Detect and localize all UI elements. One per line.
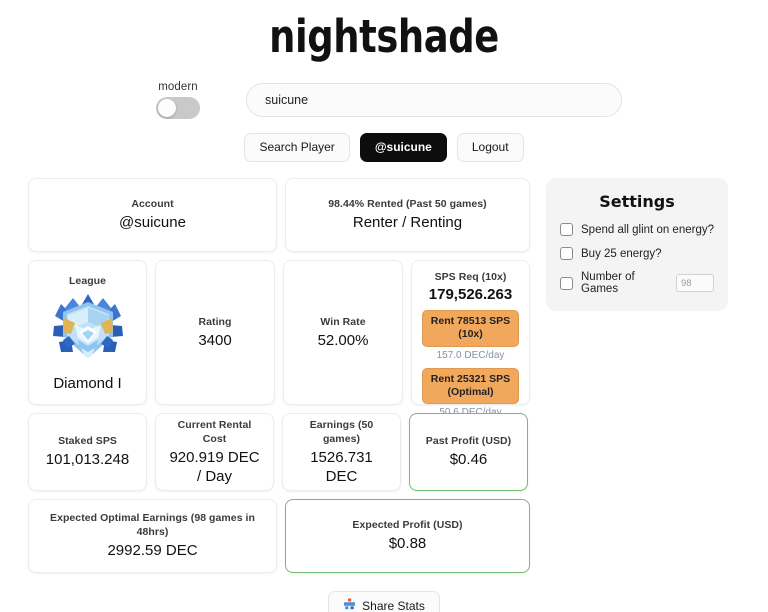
stats-row-4: Expected Optimal Earnings (98 games in 4… [28,499,530,574]
card-league-label: League [68,274,107,287]
modern-toggle-label: modern [158,81,198,93]
setting-spend-glint[interactable]: Spend all glint on energy? [560,223,714,237]
rent-sps-10x-button[interactable]: Rent 78513 SPS (10x) [422,310,519,347]
search-row: modern [0,81,768,119]
page-title: nightshade [269,10,499,63]
card-earnings: Earnings (50 games) 1526.731 DEC [282,413,401,492]
card-sps-req-value: 179,526.263 [428,286,513,304]
setting-buy-energy[interactable]: Buy 25 energy? [560,247,714,261]
card-account-label: Account [131,198,174,211]
stats-row-3: Staked SPS 101,013.248 Current Rental Co… [28,413,530,492]
logout-button[interactable]: Logout [456,133,524,163]
card-sps-req-label: SPS Req (10x) [434,271,507,284]
checkbox-number-of-games[interactable] [560,276,573,290]
rent-sps-optimal-button[interactable]: Rent 25321 SPS (Optimal) [422,367,519,404]
card-league: League Diamond I [28,260,147,406]
setting-number-of-games[interactable]: Number of Games [560,271,714,295]
card-win-rate-label: Win Rate [320,315,366,328]
app-root: nightshade modern Search Player @suicune… [0,0,768,612]
card-account-value: @suicune [119,214,186,232]
card-league-value: Diamond I [53,374,122,392]
setting-spend-glint-label: Spend all glint on energy? [581,223,714,236]
card-sps-req: SPS Req (10x) 179,526.263 Rent 78513 SPS… [411,260,530,418]
settings-column: Settings Spend all glint on energy? Buy … [546,178,728,312]
checkbox-spend-glint[interactable] [560,223,573,237]
card-rental-cost-value: 920.919 DEC / Day [169,449,260,485]
modern-toggle-group: modern [146,81,210,119]
stats-row-1: Account @suicune 98.44% Rented (Past 50 … [28,178,530,253]
card-earnings-label: Earnings (50 games) [309,418,374,445]
card-rented: 98.44% Rented (Past 50 games) Renter / R… [285,178,530,253]
card-rented-value: Renter / Renting [352,214,463,232]
modern-toggle-switch[interactable] [156,97,200,119]
checkbox-buy-energy[interactable] [560,247,573,261]
card-account: Account @suicune [28,178,277,253]
diamond-league-badge-icon [51,292,125,369]
card-expected-profit-label: Expected Profit (USD) [352,519,463,532]
share-stats-button[interactable]: Share Stats [328,591,440,612]
settings-title: Settings [599,192,675,212]
card-win-rate-value: 52.00% [317,331,369,349]
search-input[interactable] [246,83,622,117]
share-stats-label: Share Stats [362,599,425,612]
card-expected-profit-value: $0.88 [388,535,427,553]
search-player-button[interactable]: Search Player [244,133,350,163]
card-win-rate: Win Rate 52.00% [283,260,403,406]
card-rental-cost: Current Rental Cost 920.919 DEC / Day [155,413,274,492]
card-rented-label: 98.44% Rented (Past 50 games) [328,198,487,211]
rent-sps-10x-rate: 157.0 DEC/day [436,349,505,361]
setting-buy-energy-label: Buy 25 energy? [581,247,662,260]
card-optimal-earnings: Expected Optimal Earnings (98 games in 4… [28,499,277,574]
setting-number-of-games-label: Number of Games [581,271,635,296]
card-rating: Rating 3400 [155,260,275,406]
card-rating-label: Rating [198,315,232,328]
card-staked-sps: Staked SPS 101,013.248 [28,413,147,492]
toggle-knob [158,99,176,117]
card-past-profit-label: Past Profit (USD) [425,435,512,448]
card-optimal-earnings-value: 2992.59 DEC [107,542,198,560]
card-rental-cost-label: Current Rental Cost [177,418,252,445]
action-button-row: Search Player @suicune Logout [0,133,768,163]
card-optimal-earnings-label: Expected Optimal Earnings (98 games in 4… [50,512,255,539]
card-past-profit-value: $0.46 [449,451,488,469]
share-row: Share Stats [0,591,768,612]
card-staked-sps-label: Staked SPS [58,435,117,448]
account-button[interactable]: @suicune [359,133,447,163]
settings-panel: Settings Spend all glint on energy? Buy … [546,178,728,312]
share-emoji-icon [343,598,356,612]
card-past-profit: Past Profit (USD) $0.46 [409,413,528,492]
stats-row-2: League Diamond I Rating 3400 Win Rate 52… [28,260,530,418]
card-rating-value: 3400 [198,331,232,349]
card-earnings-value: 1526.731 DEC [310,449,373,485]
number-of-games-input[interactable] [676,274,714,293]
stats-grid: Account @suicune 98.44% Rented (Past 50 … [28,178,530,581]
main-content: Account @suicune 98.44% Rented (Past 50 … [0,162,768,581]
card-expected-profit: Expected Profit (USD) $0.88 [285,499,530,574]
card-staked-sps-value: 101,013.248 [45,451,130,469]
